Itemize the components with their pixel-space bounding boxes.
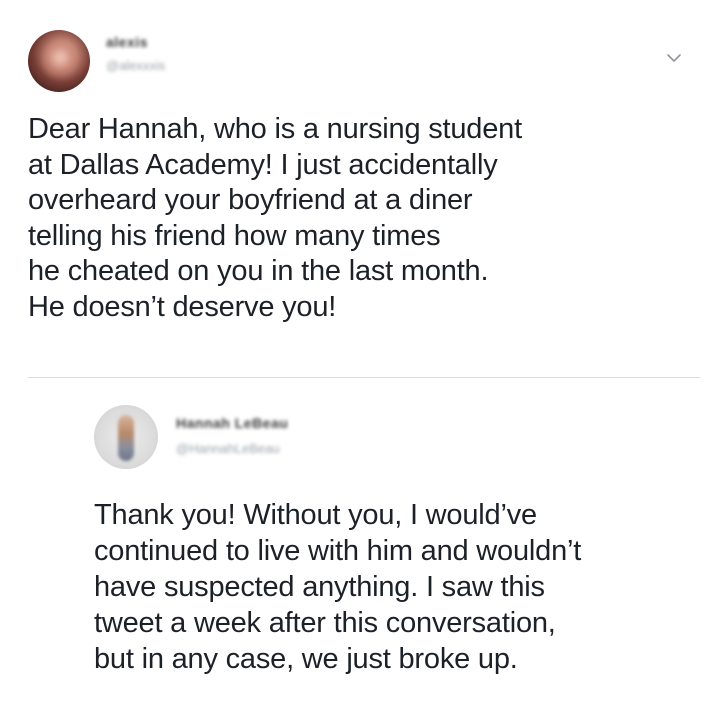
author-handle[interactable]: @alexxxis	[106, 58, 165, 73]
tweet-text-line: he cheated on you in the last month.	[28, 255, 489, 287]
reply-text-line: but in any case, we just broke up.	[94, 643, 518, 675]
reply-text-line: Thank you! Without you, I would’ve	[94, 499, 537, 531]
tweet-text-line: telling his friend how many times	[28, 219, 441, 252]
reply-author-info[interactable]: Hannah LeBeau @HannahLeBeau	[176, 415, 288, 456]
reply-author-name[interactable]: Hannah LeBeau	[176, 415, 288, 431]
tweet-text-line: He doesn’t deserve you!	[28, 290, 337, 323]
reply-text-line: tweet a week after this conversation,	[94, 607, 556, 639]
divider	[28, 377, 700, 378]
reply-text: Thank you! Without you, I would’ve conti…	[94, 497, 714, 677]
reply-text-line: have suspected anything. I saw this	[94, 571, 545, 603]
tweet-text: Dear Hannah, who is a nursing student at…	[28, 112, 688, 325]
tweet-header: alexis @alexxxis	[28, 28, 708, 92]
reply-header: Hannah LeBeau @HannahLeBeau	[94, 405, 694, 475]
author-name[interactable]: alexis	[106, 34, 165, 50]
avatar[interactable]	[28, 30, 90, 92]
tweet-text-line: overheard your boyfriend at a diner	[28, 184, 473, 216]
reply-author-handle[interactable]: @HannahLeBeau	[176, 441, 288, 456]
tweet-text-line: at Dallas Academy! I just accidentally	[28, 148, 498, 181]
tweet-text-line: Dear Hannah, who is a nursing student	[28, 113, 522, 145]
author-info[interactable]: alexis @alexxxis	[106, 34, 165, 73]
reply-avatar[interactable]	[94, 405, 158, 469]
reply-text-line: continued to live with him and wouldn’t	[94, 535, 582, 567]
chevron-down-icon[interactable]	[664, 48, 684, 68]
tweet-card: alexis @alexxxis Dear Hannah, who is a n…	[0, 0, 728, 726]
